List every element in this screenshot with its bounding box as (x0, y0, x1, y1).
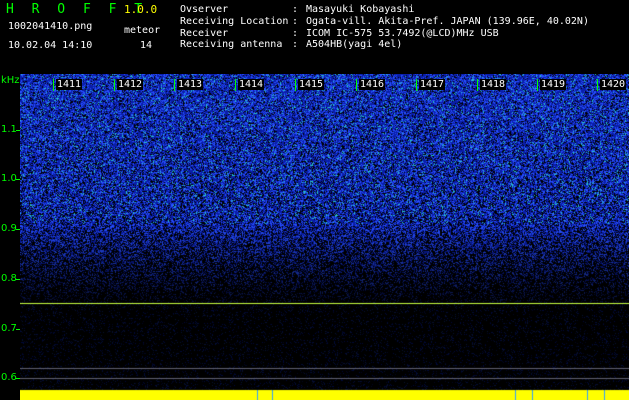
y-tick-label: 0.8 (1, 273, 17, 284)
minute-label: 1415 (298, 79, 325, 90)
app-version: 1.0.0 (124, 3, 158, 16)
y-tick (16, 378, 20, 379)
y-tick (16, 329, 20, 330)
y-unit-label: kHz (1, 75, 20, 86)
meteor-label: meteor (124, 25, 161, 36)
minute-label: 1420 (600, 79, 627, 90)
minute-tick (174, 79, 175, 91)
spectrogram-canvas (20, 74, 629, 400)
y-tick-label: 0.7 (1, 323, 17, 334)
minute-label: 1418 (480, 79, 507, 90)
minute-label: 1414 (238, 79, 265, 90)
time-axis: 1411 1412 1413 1414 1415 1416 1417 1418 … (20, 79, 629, 93)
minute-tick (295, 79, 296, 91)
y-tick-label: 0.6 (1, 372, 17, 383)
minute-label: 1411 (56, 79, 83, 90)
minute-tick (597, 79, 598, 91)
info-row-antenna: Receiving antenna: A504HB(yagi 4el) (180, 39, 403, 51)
y-tick (16, 130, 20, 131)
minute-tick (477, 79, 478, 91)
info-row-location: Receiving Location: Ogata-vill. Akita-Pre… (180, 15, 589, 27)
minute-tick (53, 79, 54, 91)
minute-label: 1417 (419, 79, 446, 90)
minute-label: 1413 (177, 79, 204, 90)
y-tick-label: 1.0 (1, 173, 17, 184)
minute-label: 1416 (359, 79, 386, 90)
datetime: 10.02.04 14:10 (8, 40, 93, 51)
minute-tick (416, 79, 417, 91)
y-tick-label: 1.1 (1, 124, 17, 135)
y-tick (16, 179, 20, 180)
info-row-receiver: Receiver: ICOM IC-575 53.7492(@LCD)MHz US… (180, 27, 499, 39)
station-info: Ovserver: Masayuki Kobayashi Receiving Lo… (180, 4, 589, 51)
minute-tick (356, 79, 357, 91)
minute-tick (235, 79, 236, 91)
minute-tick (537, 79, 538, 91)
file-name: 1002041410.png (8, 21, 93, 32)
meteor-count: 14 (140, 40, 153, 51)
minute-label: 1412 (117, 79, 144, 90)
y-tick-label: 0.9 (1, 223, 17, 234)
y-tick (16, 229, 20, 230)
y-axis: kHz 1.1 1.0 0.9 0.8 0.7 0.6 (0, 74, 20, 400)
header-panel: H R O F F T 1.0.0 1002041410.png 10.02.0… (0, 0, 629, 74)
minute-label: 1419 (540, 79, 567, 90)
minute-tick (114, 79, 115, 91)
info-row-observer: Ovserver: Masayuki Kobayashi (180, 4, 415, 15)
spectrogram-area: kHz 1.1 1.0 0.9 0.8 0.7 0.6 1411 1412 14… (0, 74, 629, 400)
y-tick (16, 279, 20, 280)
